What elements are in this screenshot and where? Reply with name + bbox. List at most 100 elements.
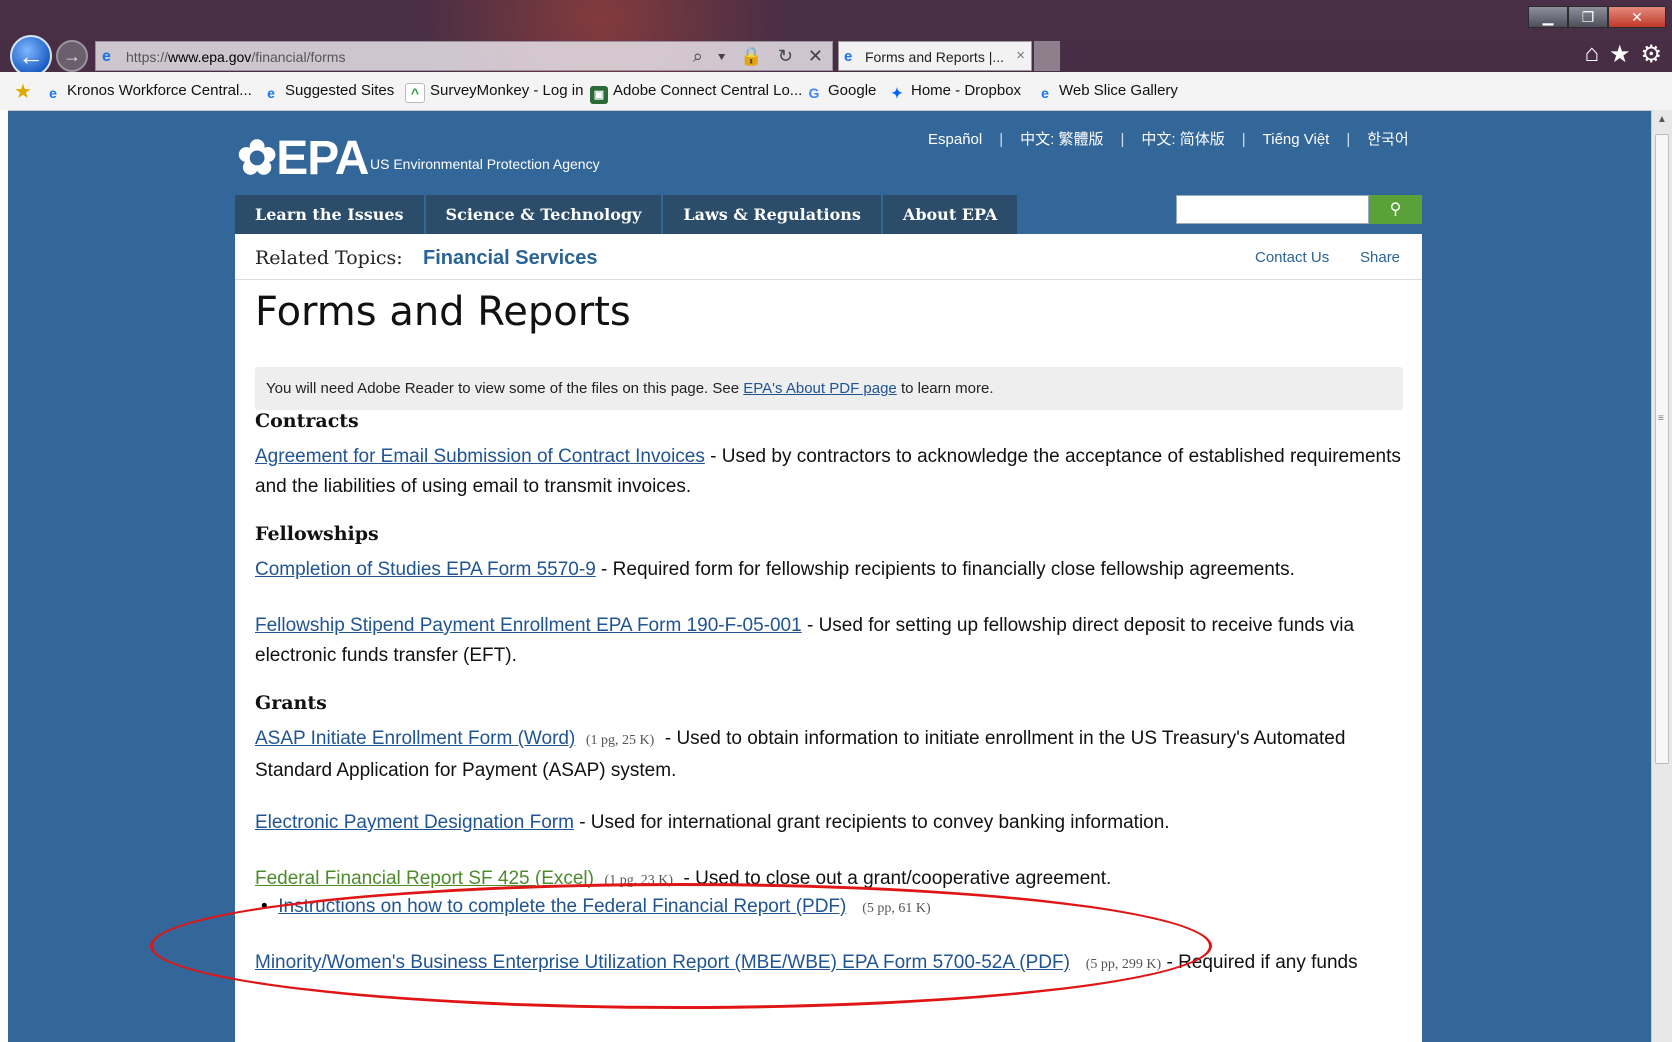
scroll-up-arrow-icon[interactable]: ▲ — [1652, 110, 1672, 130]
favorites-star-icon[interactable]: ★ — [1609, 40, 1631, 69]
address-url[interactable]: https://www.epa.gov/financial/forms — [126, 49, 345, 65]
favorite-google[interactable]: G Google — [805, 82, 877, 102]
pdf-notice: You will need Adobe Reader to view some … — [255, 367, 1403, 410]
epa-logo-text: EPA — [276, 132, 369, 185]
ie-icon: e — [844, 48, 853, 65]
forward-button[interactable]: → — [56, 40, 88, 72]
tab-close-icon[interactable]: × — [1016, 47, 1025, 64]
home-icon[interactable]: ⌂ — [1584, 40, 1599, 69]
ie-icon: e — [1041, 85, 1049, 101]
vertical-scrollbar[interactable]: ▲ ≡ — [1651, 110, 1672, 1042]
scroll-thumb[interactable]: ≡ — [1655, 134, 1669, 764]
file-meta: (5 pp, 299 K) — [1085, 957, 1162, 972]
tools-gear-icon[interactable]: ⚙ — [1640, 40, 1662, 69]
list-item: ASAP Initiate Enrollment Form (Word) (1 … — [255, 724, 1405, 786]
file-meta: (1 pg, 25 K) — [585, 733, 655, 748]
nav-about-epa[interactable]: About EPA — [882, 195, 1018, 234]
list-item: Electronic Payment Designation Form - Us… — [255, 808, 1405, 838]
lang-vietnamese[interactable]: Tiếng Việt — [1263, 131, 1330, 148]
favorite-label: SurveyMonkey - Log in — [430, 82, 584, 99]
list-item: Completion of Studies EPA Form 5570-9 - … — [255, 555, 1405, 585]
favorite-label: Google — [828, 82, 877, 99]
favorite-label: Kronos Workforce Central... — [67, 82, 252, 99]
asap-enrollment-link[interactable]: ASAP Initiate Enrollment Form (Word) — [255, 728, 575, 749]
search-icon: ⚲ — [1389, 201, 1402, 218]
about-pdf-link[interactable]: EPA's About PDF page — [743, 380, 897, 397]
mbe-wbe-report-link[interactable]: Minority/Women's Business Enterprise Uti… — [255, 952, 1070, 973]
lang-chinese-traditional[interactable]: 中文: 繁體版 — [1020, 128, 1103, 149]
contact-us-link[interactable]: Contact Us — [1255, 249, 1329, 266]
address-tools-icons[interactable]: ⌕ ▾ 🔒 ↻ ✕ — [693, 46, 828, 67]
tab-forms-and-reports[interactable]: e Forms and Reports |... × — [838, 41, 1032, 71]
favorite-label: Home - Dropbox — [911, 82, 1022, 99]
section-heading-fellowships: Fellowships — [255, 523, 379, 545]
file-meta: (5 pp, 61 K) — [862, 901, 931, 916]
favorite-label: Suggested Sites — [285, 82, 395, 99]
main-nav: Learn the Issues Science & Technology La… — [235, 195, 1019, 234]
divider: | — [999, 131, 1004, 148]
favorite-kronos[interactable]: e Kronos Workforce Central... — [44, 82, 252, 102]
window-left-edge — [0, 110, 8, 1042]
share-link[interactable]: Share — [1360, 249, 1400, 266]
main-content: Related Topics: Financial Services Conta… — [235, 234, 1422, 1042]
list-item: Minority/Women's Business Enterprise Uti… — [255, 948, 1405, 980]
epa-flower-icon: ✿ — [237, 132, 277, 185]
nav-laws-regulations[interactable]: Laws & Regulations — [663, 195, 881, 234]
favorite-dropbox[interactable]: ✦ Home - Dropbox — [888, 82, 1021, 102]
google-icon: G — [808, 85, 820, 101]
minimize-button[interactable]: ▁ — [1528, 6, 1568, 28]
section-heading-grants: Grants — [255, 692, 327, 714]
favorites-star-icon[interactable]: ★ — [14, 79, 32, 104]
lang-chinese-simplified[interactable]: 中文: 简体版 — [1141, 128, 1224, 149]
ffr-instructions-link[interactable]: Instructions on how to complete the Fede… — [278, 896, 846, 917]
item-description: - Required form for fellowship recipient… — [595, 559, 1295, 580]
favorite-adobe-connect[interactable]: ▣ Adobe Connect Central Lo... — [590, 82, 802, 104]
lang-espanol[interactable]: Español — [928, 131, 982, 148]
search-input[interactable] — [1176, 195, 1369, 224]
back-button[interactable]: ← — [10, 35, 52, 77]
item-description: - Required if any funds — [1161, 952, 1358, 973]
favorite-label: Adobe Connect Central Lo... — [613, 82, 803, 99]
search-button[interactable]: ⚲ — [1369, 195, 1422, 224]
ie-icon: e — [102, 48, 111, 65]
new-tab-button[interactable] — [1034, 41, 1060, 71]
address-bar[interactable]: e https://www.epa.gov/financial/forms ⌕ … — [95, 41, 833, 71]
list-item: • Instructions on how to complete the Fe… — [261, 892, 931, 924]
nav-learn-the-issues[interactable]: Learn the Issues — [235, 195, 424, 234]
divider: | — [1120, 131, 1125, 148]
lang-korean[interactable]: 한국어 — [1367, 128, 1408, 149]
url-domain: www.epa.gov — [168, 49, 252, 65]
epa-logo[interactable]: ✿EPA US Environmental Protection Agency — [237, 130, 600, 186]
pdf-notice-text: You will need Adobe Reader to view some … — [266, 380, 994, 397]
dropbox-icon: ✦ — [891, 85, 903, 101]
list-item: Fellowship Stipend Payment Enrollment EP… — [255, 611, 1405, 671]
ie-icon: e — [49, 85, 57, 101]
agency-name: US Environmental Protection Agency — [370, 156, 600, 172]
completion-of-studies-link[interactable]: Completion of Studies EPA Form 5570-9 — [255, 559, 596, 580]
tab-title: Forms and Reports |... — [865, 49, 1005, 65]
favorite-surveymonkey[interactable]: ^ SurveyMonkey - Log in — [405, 82, 583, 103]
back-arrow-icon: ← — [18, 41, 44, 71]
restore-button[interactable]: ❐ — [1568, 6, 1608, 28]
nav-science-technology[interactable]: Science & Technology — [425, 195, 662, 234]
list-item: Agreement for Email Submission of Contra… — [255, 442, 1405, 502]
related-topics-bar: Related Topics: Financial Services Conta… — [235, 234, 1422, 280]
notice-text-before: You will need Adobe Reader to view some … — [266, 380, 744, 397]
favorite-suggested-sites[interactable]: e Suggested Sites — [262, 82, 394, 102]
ffr-sf425-link[interactable]: Federal Financial Report SF 425 (Excel) — [255, 868, 594, 889]
notice-text-after: to learn more. — [896, 380, 994, 397]
toolbar-icons: ⌂ ★ ⚙ — [1584, 40, 1662, 69]
electronic-payment-link[interactable]: Electronic Payment Designation Form — [255, 812, 574, 833]
close-window-button[interactable]: ✕ — [1608, 6, 1666, 28]
page-title: Forms and Reports — [255, 289, 631, 335]
related-topic-link[interactable]: Financial Services — [423, 247, 598, 270]
contract-invoices-link[interactable]: Agreement for Email Submission of Contra… — [255, 446, 705, 467]
fellowship-stipend-link[interactable]: Fellowship Stipend Payment Enrollment EP… — [255, 615, 802, 636]
item-description: - Used to close out a grant/cooperative … — [678, 868, 1112, 889]
surveymonkey-icon: ^ — [405, 83, 425, 103]
file-meta: (1 pg, 23 K) — [604, 873, 673, 888]
divider: | — [1241, 131, 1246, 148]
favorite-web-slice-gallery[interactable]: e Web Slice Gallery — [1036, 82, 1178, 102]
bullet-icon: • — [261, 896, 279, 917]
epa-logo-mark: ✿EPA — [237, 132, 369, 185]
